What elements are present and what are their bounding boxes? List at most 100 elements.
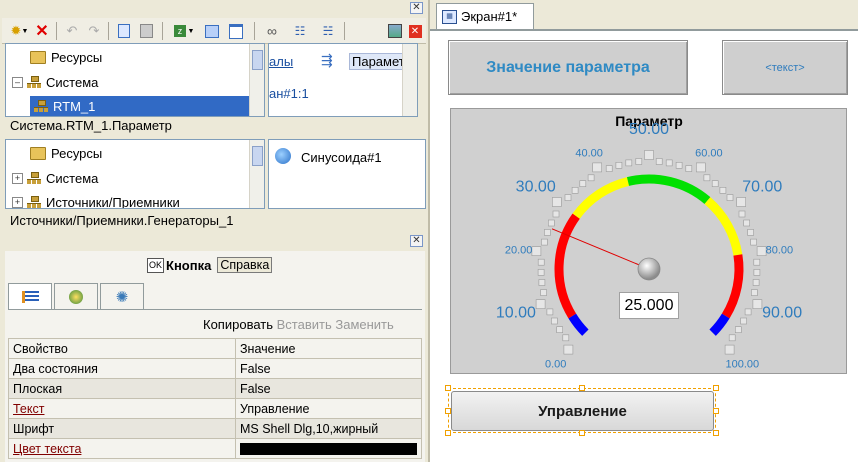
tree-item-resources[interactable]: Ресурсы xyxy=(30,47,102,67)
resize-handle[interactable] xyxy=(445,385,451,391)
parameter-icon: ⇶ xyxy=(321,52,333,68)
gauge-minor-tick xyxy=(726,194,734,201)
table-row[interactable]: Плоская False xyxy=(8,378,422,399)
resize-handle[interactable] xyxy=(713,430,719,436)
replace-button[interactable]: Заменить xyxy=(335,317,393,332)
redo-icon[interactable]: ↷ xyxy=(84,21,104,41)
gauge-minor-tick xyxy=(753,269,761,276)
table-row[interactable]: Шрифт MS Shell Dlg,10,жирный xyxy=(8,418,422,439)
screen-icon: ▦ xyxy=(442,9,457,24)
table-row[interactable]: Текст Управление xyxy=(8,398,422,419)
table-row[interactable]: Цвет текста xyxy=(8,438,422,459)
column-header-value: Значение xyxy=(235,338,422,359)
resize-handle[interactable] xyxy=(713,408,719,414)
gauge-tick-label: 50.00 xyxy=(629,121,669,138)
gauge-minor-tick xyxy=(540,289,547,296)
gauge-minor-tick xyxy=(537,258,545,266)
copy-button[interactable]: Копировать xyxy=(203,317,273,332)
tab-properties[interactable] xyxy=(8,283,52,310)
gauge-minor-tick xyxy=(548,219,555,227)
button-type-icon: OK xyxy=(147,257,165,273)
gauge-zone xyxy=(554,213,580,319)
control-button[interactable]: Управление xyxy=(451,391,714,431)
object-header: OK Кнопка Справка xyxy=(147,257,273,273)
properties-icon[interactable] xyxy=(202,21,222,41)
gauge-minor-tick xyxy=(655,158,663,165)
tree-item-rtm[interactable]: RTM_1 xyxy=(30,96,260,116)
property-list-icon xyxy=(21,291,39,303)
column-header-property: Свойство xyxy=(8,338,236,359)
list-item-sinusoid[interactable]: Синусоида#1 xyxy=(301,150,382,165)
paste-icon[interactable] xyxy=(136,21,156,41)
vertical-scrollbar[interactable] xyxy=(402,44,417,116)
tree-item-system[interactable]: – Система xyxy=(12,72,98,92)
chevron-down-icon[interactable]: ▼ xyxy=(186,21,196,41)
tree-item-sources[interactable]: + Источники/Приемники xyxy=(12,192,180,208)
gauge-minor-tick xyxy=(734,326,742,333)
tree-detail-icon[interactable]: ☵ xyxy=(318,21,338,41)
expand-icon[interactable]: + xyxy=(12,196,23,208)
resize-handle[interactable] xyxy=(579,430,585,436)
gauge-minor-tick xyxy=(744,308,752,316)
properties-panel: OK Кнопка Справка ✺ Копировать Вставить … xyxy=(5,251,425,462)
sinusoid-icon xyxy=(275,148,291,164)
resize-handle[interactable] xyxy=(579,385,585,391)
gauge-minor-tick xyxy=(675,161,683,169)
gauge-minor-tick xyxy=(562,334,570,342)
paste-button[interactable]: Вставить xyxy=(277,317,332,332)
close-icon[interactable]: ✕ xyxy=(410,235,423,247)
property-link-text-color[interactable]: Цвет текста xyxy=(13,442,81,456)
tab-screen[interactable]: ▦ Экран#1* xyxy=(436,3,534,29)
help-button[interactable]: Справка xyxy=(217,257,273,273)
gauge-minor-tick xyxy=(711,180,719,187)
expand-icon[interactable]: + xyxy=(12,172,23,184)
folder-icon xyxy=(30,146,46,160)
gauge-zone xyxy=(568,313,589,336)
undo-icon[interactable]: ↶ xyxy=(62,21,82,41)
events-icon xyxy=(69,290,83,304)
table-row[interactable]: Два состояния False xyxy=(8,358,422,379)
property-link-text[interactable]: Текст xyxy=(13,402,44,416)
close-red-icon[interactable]: ✕ xyxy=(405,21,425,41)
resize-handle[interactable] xyxy=(445,408,451,414)
property-grid: Свойство Значение Два состояния False Пл… xyxy=(8,338,422,459)
image-icon[interactable] xyxy=(385,21,405,41)
text-label[interactable]: <текст> xyxy=(722,40,848,95)
list-item[interactable]: алы xyxy=(269,54,293,69)
tree-list-icon[interactable]: ☷ xyxy=(290,21,310,41)
tree-item-system[interactable]: + Система xyxy=(12,168,98,188)
copy-icon[interactable] xyxy=(114,21,134,41)
sources-path: Источники/Приемники.Генераторы_1 xyxy=(5,212,425,230)
delete-icon[interactable]: ✕ xyxy=(32,21,52,41)
tab-actions[interactable]: ✺ xyxy=(100,283,144,310)
list-item[interactable]: ан#1:1 xyxy=(269,86,309,101)
resize-handle[interactable] xyxy=(445,430,451,436)
gauge-widget[interactable]: Параметр 0.00 10.00 20.00 30.00 40.00 50.00 60… xyxy=(450,108,847,374)
property-grid-header: Свойство Значение xyxy=(8,338,422,359)
close-icon[interactable]: ✕ xyxy=(410,2,423,14)
gauge-minor-tick xyxy=(605,165,613,172)
tab-events[interactable] xyxy=(54,283,98,310)
binoculars-icon[interactable]: ∞ xyxy=(262,21,282,41)
color-swatch[interactable] xyxy=(240,442,417,455)
project-child-list: алы ⇶ Параметр ан#1:1 xyxy=(268,43,418,117)
gauge-minor-tick xyxy=(546,308,554,316)
gauge-tick-label: 90.00 xyxy=(762,304,802,321)
gauge-chart: Параметр 0.0010.0020.0030.0040.0050.0060… xyxy=(496,113,802,370)
gauge-major-tick xyxy=(531,246,542,256)
collapse-icon[interactable]: – xyxy=(12,76,23,88)
resize-handle[interactable] xyxy=(713,385,719,391)
tree-item-resources[interactable]: Ресурсы xyxy=(30,143,102,163)
vertical-scrollbar[interactable] xyxy=(249,140,264,208)
chevron-down-icon[interactable]: ▼ xyxy=(20,21,30,41)
object-type: Кнопка xyxy=(166,257,212,273)
vertical-scrollbar[interactable] xyxy=(249,44,264,116)
param-value-label[interactable]: Значение параметра xyxy=(448,40,688,95)
window-icon[interactable] xyxy=(226,21,246,41)
gauge-major-tick xyxy=(724,344,735,355)
gauge-minor-tick xyxy=(537,269,545,276)
properties-caption: ✕ xyxy=(0,232,428,250)
gauge-tick-label: 40.00 xyxy=(575,147,603,159)
gauge-tick-label: 10.00 xyxy=(496,304,536,321)
gauge-minor-tick xyxy=(587,174,595,182)
